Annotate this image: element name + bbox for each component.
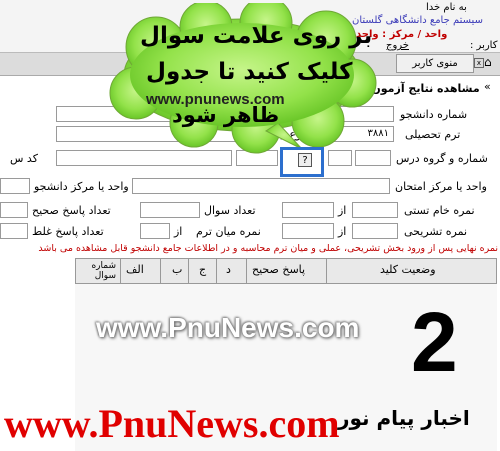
col-correct-answer: پاسخ صحیح <box>252 263 306 276</box>
user-label: کاربر : <box>470 40 498 51</box>
course-help-button[interactable]: ? <box>298 153 312 167</box>
greeting: به نام خدا <box>426 2 467 13</box>
descriptive-score-input <box>352 223 398 239</box>
student-number-label: شماره دانشجو <box>400 108 468 121</box>
student-unit-input[interactable] <box>0 178 30 194</box>
question-count-input <box>140 202 200 218</box>
watermark-mid: www.PnuNews.com <box>96 312 360 343</box>
correct-count-input <box>0 202 28 218</box>
tab-user-menu-label: منوی کاربر <box>412 58 458 69</box>
wrong-count-label: تعداد پاسخ غلط <box>32 225 104 238</box>
question-count-label: تعداد سوال <box>204 204 256 217</box>
from-label-1: از <box>338 204 347 217</box>
col-key-status: وضعیت کلید <box>380 263 436 276</box>
code-label: کد س <box>10 152 38 165</box>
collapse-icon[interactable]: « <box>484 80 491 93</box>
course-group-label: شماره و گروه درس <box>396 152 488 165</box>
test-score-input <box>352 202 398 218</box>
midterm-score-input <box>140 223 170 239</box>
home-icon[interactable]: ⌂ <box>484 55 492 69</box>
wrong-count-input <box>0 223 28 239</box>
exam-unit-input[interactable] <box>132 178 390 194</box>
tab-user-menu[interactable]: منوی کاربر <box>396 54 474 73</box>
exit-link[interactable]: خروج <box>386 40 409 51</box>
test-score-label: نمره خام تستی <box>404 204 475 217</box>
from-label-2: از <box>338 225 347 238</box>
from-label-3: از <box>174 225 183 238</box>
term-label: ترم تحصیلی <box>405 128 461 141</box>
instruction-callout: بر روی علامت سوال کلیک کنید تا جدول www.… <box>106 0 378 155</box>
col-option-a: الف <box>126 263 144 276</box>
col-option-b: ب <box>172 263 183 276</box>
callout-line-1: بر روی علامت سوال <box>140 23 373 49</box>
watermark-bottom: www.PnuNews.com <box>4 401 340 446</box>
test-total-input <box>282 202 334 218</box>
callout-line-3: ظاهر شود <box>172 103 280 127</box>
final-score-notice: نمره نهایی پس از ورود بخش تشریحی، عملی و… <box>38 243 498 254</box>
correct-count-label: تعداد پاسخ صحیح <box>32 204 111 217</box>
col-option-c: ج <box>199 263 207 276</box>
step-number: 2 <box>411 295 458 389</box>
news-label: اخبار پیام نور <box>338 406 470 430</box>
col-option-d: د <box>226 263 231 276</box>
answers-table-header: وضعیت کلید پاسخ صحیح د ج ب الف شماره سوا… <box>75 258 497 284</box>
col-question-number: شماره سوال <box>91 261 116 281</box>
student-unit-label: واحد یا مرکز دانشجو <box>34 180 129 193</box>
descriptive-score-label: نمره تشریحی <box>404 225 468 238</box>
close-tab-icon[interactable]: x <box>474 58 484 68</box>
descriptive-total-input <box>282 223 334 239</box>
midterm-score-label: نمره میان ترم <box>196 225 261 238</box>
callout-line-2: کلیک کنید تا جدول <box>146 59 353 85</box>
exam-unit-label: واحد یا مرکز امتحان <box>395 180 487 193</box>
